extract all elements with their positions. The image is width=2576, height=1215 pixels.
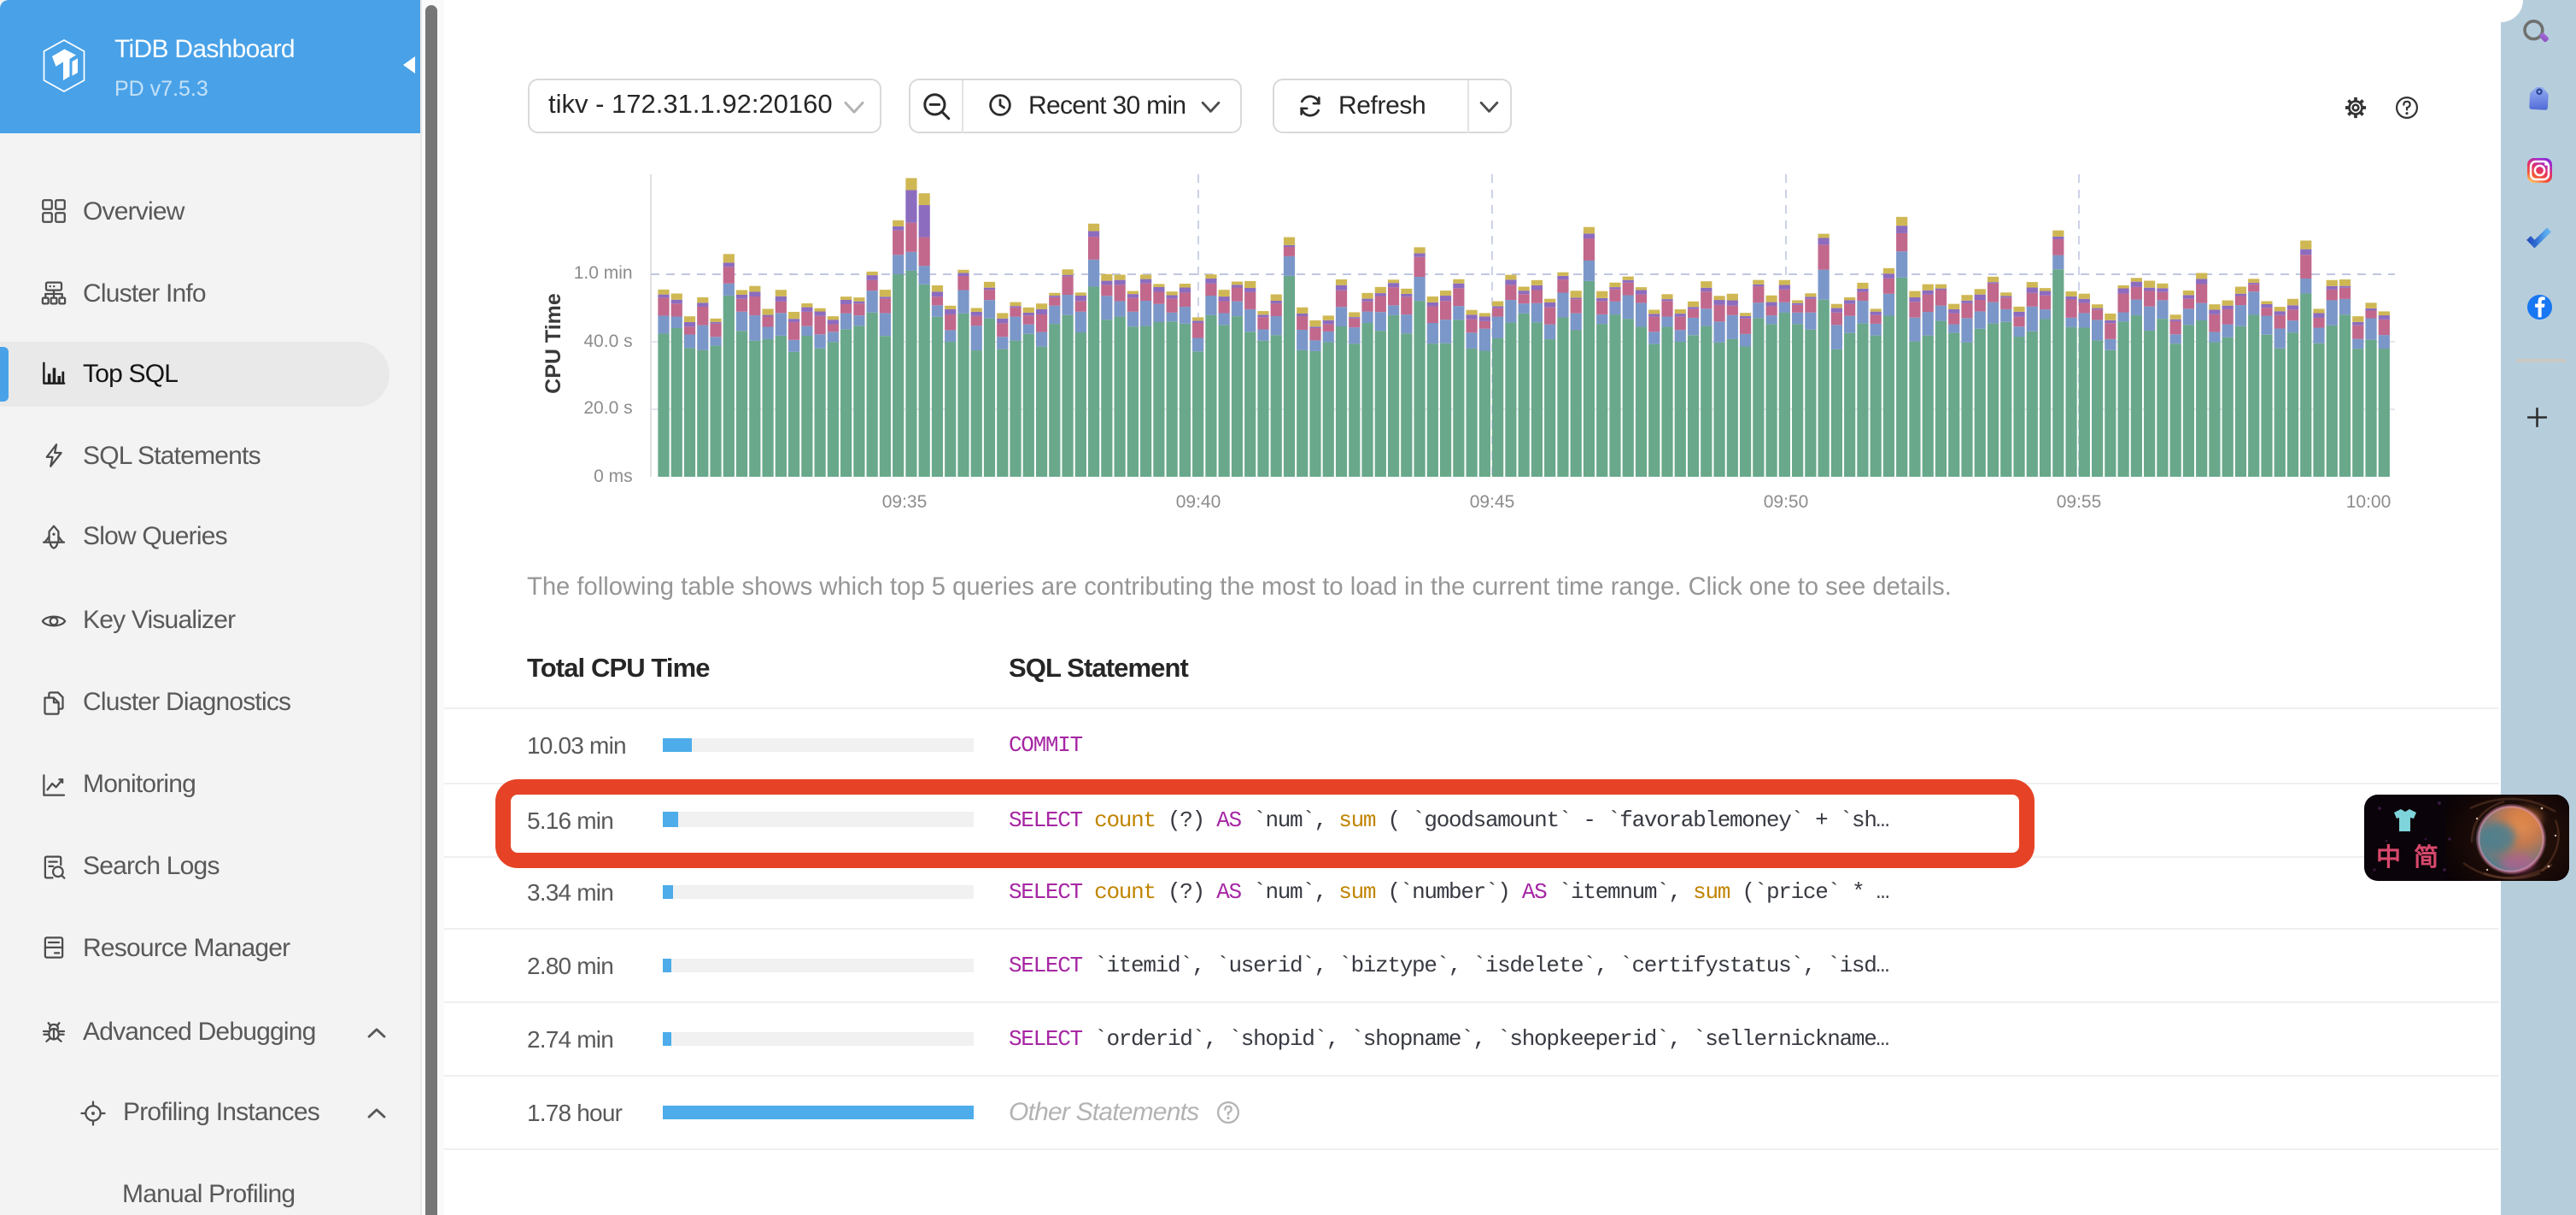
svg-text:简: 简 — [2414, 842, 2438, 872]
svg-text:中: 中 — [2376, 843, 2401, 872]
